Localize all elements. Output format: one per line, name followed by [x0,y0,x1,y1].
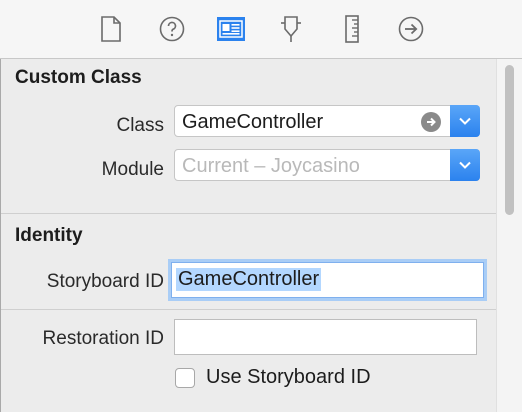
class-combo-box[interactable]: GameController [174,105,480,137]
chevron-down-icon [459,161,471,169]
module-dropdown-button[interactable] [450,149,480,181]
module-label: Module [101,159,164,180]
use-storyboard-id-label: Use Storyboard ID [206,366,371,388]
storyboard-id-label: Storyboard ID [46,271,164,292]
scrollbar-thumb[interactable] [505,65,514,215]
restoration-id-field[interactable] [174,319,477,355]
identity-inspector-icon[interactable] [216,14,246,44]
use-storyboard-id-checkbox[interactable] [175,368,195,388]
storyboard-id-value: GameController [176,268,322,291]
module-combo-box[interactable]: Current – Joycasino [174,149,480,181]
attributes-inspector-icon[interactable] [276,14,306,44]
connections-inspector-icon[interactable] [396,14,426,44]
storyboard-id-field[interactable]: GameController [171,262,484,298]
module-placeholder: Current – Joycasino [182,155,360,177]
restoration-id-label: Restoration ID [42,328,164,349]
row-divider [1,309,497,310]
identity-heading: Identity [15,225,83,246]
custom-class-heading: Custom Class [15,67,142,88]
class-label: Class [116,115,164,136]
section-divider [1,213,497,214]
class-value: GameController [182,111,324,133]
inspector-content: Custom Class Class GameController Module… [1,59,497,412]
inspector-toolbar [0,0,522,59]
chevron-down-icon [459,117,471,125]
quick-help-icon[interactable] [157,14,187,44]
go-to-class-icon[interactable] [421,112,441,132]
file-inspector-icon[interactable] [96,14,126,44]
size-inspector-icon[interactable] [337,14,367,44]
vertical-scrollbar[interactable] [496,59,522,412]
identity-inspector-panel: Custom Class Class GameController Module… [0,0,522,412]
class-dropdown-button[interactable] [450,105,480,137]
